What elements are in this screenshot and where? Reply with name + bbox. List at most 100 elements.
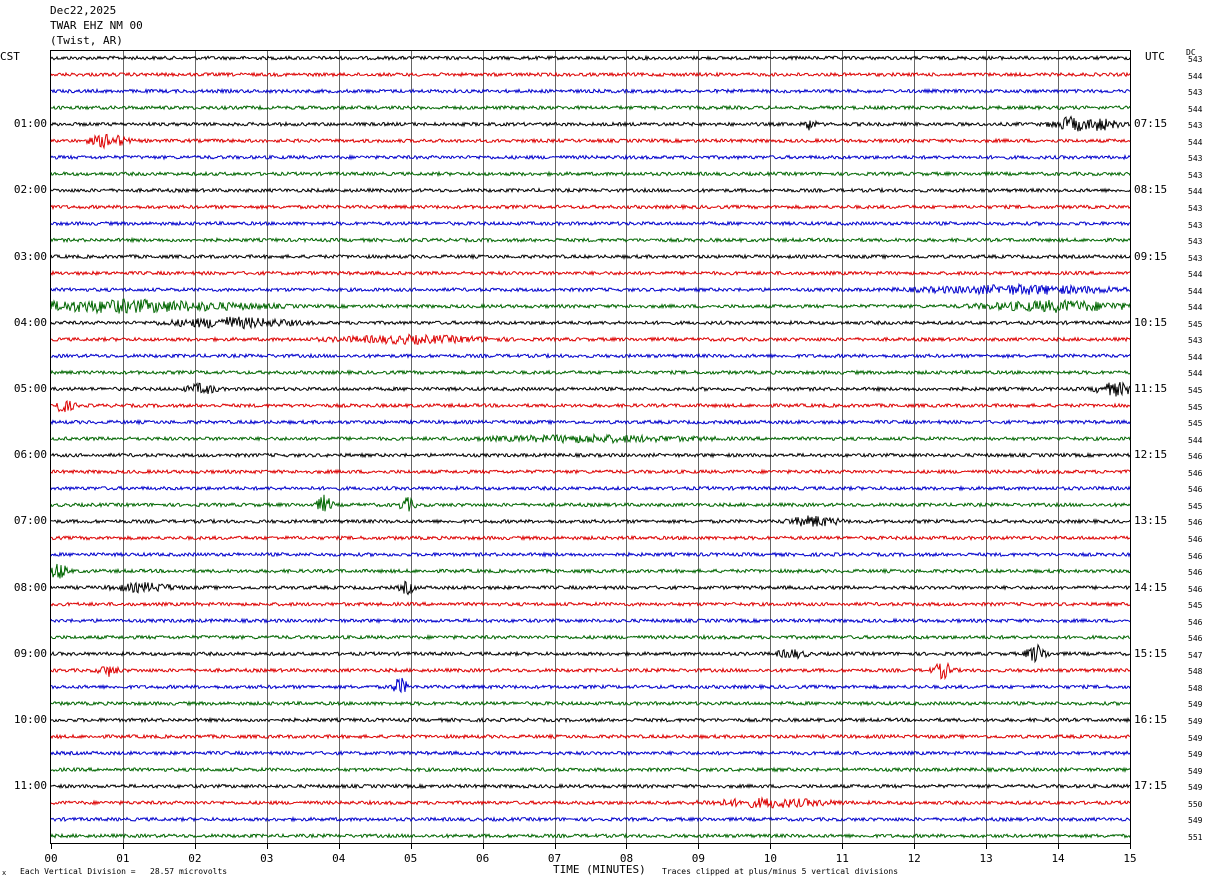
- right-hour-label: 17:15: [1134, 779, 1168, 793]
- right-hour-label: 14:15: [1134, 580, 1168, 594]
- dc-offset-label: 549: [1188, 783, 1203, 793]
- trace-line-27: [50, 494, 1131, 512]
- right-hour-label: 13:15: [1134, 514, 1168, 528]
- trace-line-19: [50, 369, 1131, 376]
- trace-line-6: [50, 153, 1131, 161]
- dc-offset-label: 543: [1188, 170, 1203, 180]
- left-hour-label: 04:00: [13, 315, 47, 329]
- dc-offset-label: 544: [1188, 187, 1203, 197]
- trace-line-32: [50, 580, 1131, 596]
- trace-line-31: [50, 563, 1131, 579]
- dc-offset-label: 549: [1188, 750, 1203, 760]
- dc-offset-label: 543: [1188, 154, 1203, 164]
- trace-line-26: [50, 484, 1131, 492]
- x-tick-label-13: 13: [979, 852, 993, 865]
- dc-offset-label: 549: [1188, 733, 1203, 743]
- trace-line-41: [50, 733, 1131, 740]
- dc-offset-label: 546: [1188, 452, 1203, 462]
- dc-offset-label: 544: [1188, 71, 1203, 81]
- left-hour-label: 11:00: [13, 779, 47, 793]
- trace-line-10: [50, 220, 1131, 227]
- dc-offset-label: 546: [1188, 617, 1203, 627]
- trace-line-16: [50, 316, 1131, 330]
- trace-line-1: [50, 71, 1131, 78]
- dc-offset-label: 543: [1188, 220, 1203, 230]
- trace-line-15: [50, 298, 1131, 315]
- trace-line-30: [50, 551, 1131, 558]
- trace-line-4: [50, 115, 1131, 132]
- trace-line-22: [50, 418, 1131, 426]
- plot-frame: [50, 50, 1131, 844]
- trace-line-29: [50, 534, 1131, 542]
- trace-line-8: [50, 186, 1131, 194]
- x-tick-label-12: 12: [907, 852, 921, 865]
- left-hour-label: 10:00: [13, 713, 47, 726]
- right-hour-label: 07:15: [1134, 117, 1168, 131]
- dc-offset-label: 545: [1188, 601, 1203, 611]
- dc-offset-label: 546: [1188, 468, 1203, 478]
- x-tick-label-06: 06: [475, 852, 490, 865]
- trace-line-7: [50, 170, 1131, 178]
- trace-line-5: [50, 133, 1131, 150]
- trace-line-33: [50, 601, 1131, 608]
- x-tick-label-00: 00: [44, 852, 58, 865]
- footer-mark: x: [2, 869, 7, 877]
- right-hour-label: 09:15: [1134, 249, 1168, 263]
- dc-offset-label: 545: [1188, 386, 1203, 395]
- dc-offset-label: 546: [1188, 551, 1203, 561]
- trace-line-40: [50, 716, 1131, 724]
- dc-offset-label: 543: [1188, 121, 1203, 131]
- x-tick-label-11: 11: [835, 852, 849, 865]
- trace-line-0: [50, 54, 1131, 62]
- x-tick-label-01: 01: [116, 852, 130, 865]
- trace-line-46: [50, 816, 1131, 823]
- grid-lines: [123, 51, 1059, 843]
- trace-line-34: [50, 617, 1131, 624]
- right-hour-label: 11:15: [1134, 382, 1168, 395]
- left-hour-label: 08:00: [13, 580, 47, 594]
- trace-line-18: [50, 352, 1131, 360]
- trace-line-3: [50, 104, 1131, 111]
- dc-offset-label: 544: [1188, 435, 1203, 445]
- left-hour-label: 07:00: [13, 514, 47, 528]
- dc-offset-label: 549: [1188, 766, 1203, 776]
- dc-offset-label: 548: [1188, 683, 1203, 693]
- right-hour-label: 15:15: [1134, 646, 1168, 660]
- trace-line-24: [50, 451, 1131, 459]
- trace-line-35: [50, 633, 1131, 641]
- left-hour-label: 01:00: [13, 117, 47, 131]
- x-tick-label-14: 14: [1051, 852, 1065, 865]
- dc-offset-label: 548: [1188, 667, 1203, 677]
- dc-offset-label: 544: [1188, 104, 1203, 114]
- trace-line-36: [50, 643, 1131, 664]
- x-tick-label-03: 03: [260, 852, 274, 865]
- trace-line-45: [50, 796, 1131, 809]
- x-tick-label-04: 04: [332, 852, 346, 865]
- dc-offset-label: 543: [1188, 203, 1203, 213]
- trace-line-28: [51, 515, 1131, 527]
- dc-offset-label: 544: [1188, 369, 1203, 379]
- dc-offset-label: 545: [1188, 319, 1203, 329]
- dc-offset-label: 543: [1188, 336, 1203, 346]
- dc-offset-label: 546: [1188, 534, 1203, 544]
- trace-line-44: [50, 782, 1131, 790]
- dc-offset-label: 549: [1188, 717, 1203, 726]
- right-hour-label: 16:15: [1134, 713, 1168, 726]
- dc-offset-label: 549: [1188, 816, 1203, 826]
- left-hour-label: 05:00: [13, 382, 47, 395]
- trace-line-21: [51, 400, 1131, 413]
- x-tick-label-02: 02: [188, 852, 202, 865]
- dc-offset-label: 543: [1188, 55, 1203, 64]
- trace-line-17: [50, 333, 1131, 346]
- right-hour-label: 12:15: [1134, 448, 1168, 462]
- dc-offset-label: 550: [1188, 799, 1203, 809]
- trace-line-13: [50, 269, 1131, 277]
- right-hour-label: 08:15: [1134, 183, 1168, 197]
- dc-offset-label: 544: [1188, 303, 1203, 313]
- x-tick-label-10: 10: [763, 852, 777, 865]
- trace-line-11: [50, 236, 1131, 244]
- trace-line-47: [50, 832, 1131, 840]
- trace-line-37: [50, 661, 1131, 681]
- dc-offset-label: 544: [1188, 352, 1203, 362]
- dc-offset-label: 551: [1188, 832, 1203, 842]
